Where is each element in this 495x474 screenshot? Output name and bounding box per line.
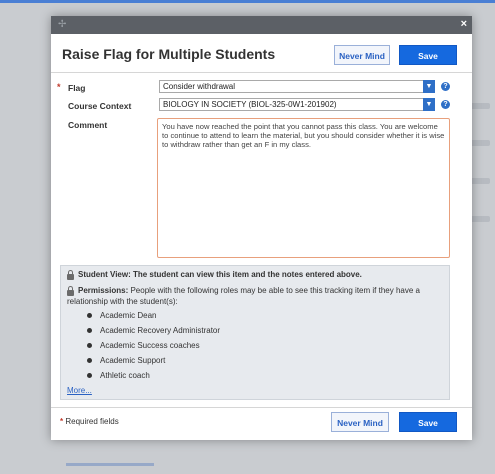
student-view-text: Student View: The student can view this … bbox=[78, 270, 362, 279]
flag-select-value: Consider withdrawal bbox=[163, 82, 236, 91]
save-button-top[interactable]: Save bbox=[399, 45, 457, 65]
list-item: Athletic coach bbox=[87, 368, 220, 383]
chevron-down-icon[interactable]: ▼ bbox=[423, 98, 435, 111]
visibility-info-panel: Student View: The student can view this … bbox=[60, 265, 450, 400]
lock-icon bbox=[67, 270, 74, 280]
raise-flag-dialog: ✢ × Raise Flag for Multiple Students Nev… bbox=[51, 16, 472, 440]
comment-label: Comment bbox=[68, 120, 108, 130]
never-mind-button-bottom[interactable]: Never Mind bbox=[331, 412, 389, 432]
list-item: Academic Recovery Administrator bbox=[87, 323, 220, 338]
save-button-bottom[interactable]: Save bbox=[399, 412, 457, 432]
footer-divider bbox=[51, 407, 472, 408]
flag-select[interactable]: Consider withdrawal ▼ bbox=[159, 80, 435, 93]
permissions-text-continued: relationship with the student(s): bbox=[67, 297, 178, 306]
list-item: Academic Success coaches bbox=[87, 338, 220, 353]
browser-top-accent bbox=[0, 0, 495, 3]
dialog-title: Raise Flag for Multiple Students bbox=[62, 46, 276, 62]
flag-label: Flag bbox=[68, 83, 86, 93]
more-roles-link[interactable]: More... bbox=[67, 386, 92, 395]
flag-help-icon[interactable]: ? bbox=[441, 82, 450, 91]
roles-list: Academic Dean Academic Recovery Administ… bbox=[87, 308, 220, 383]
course-context-help-icon[interactable]: ? bbox=[441, 100, 450, 109]
close-icon[interactable]: × bbox=[461, 18, 467, 31]
permissions-label: Permissions: bbox=[78, 286, 129, 295]
course-context-value: BIOLOGY IN SOCIETY (BIOL-325-0W1-201902) bbox=[163, 100, 337, 109]
comment-textarea[interactable]: You have now reached the point that you … bbox=[157, 118, 450, 258]
list-item: Academic Support bbox=[87, 353, 220, 368]
header-divider bbox=[51, 72, 472, 73]
drag-handle-icon[interactable]: ✢ bbox=[58, 19, 66, 31]
permissions-text: Permissions: People with the following r… bbox=[78, 285, 420, 296]
permissions-description: People with the following roles may be a… bbox=[128, 286, 420, 295]
chevron-down-icon[interactable]: ▼ bbox=[423, 80, 435, 93]
course-context-select[interactable]: BIOLOGY IN SOCIETY (BIOL-325-0W1-201902)… bbox=[159, 98, 435, 111]
course-context-label: Course Context bbox=[68, 101, 132, 111]
required-marker: * bbox=[60, 417, 64, 426]
never-mind-button-top[interactable]: Never Mind bbox=[334, 45, 390, 65]
required-fields-note: * Required fields bbox=[60, 417, 119, 426]
dialog-title-bar[interactable]: ✢ × bbox=[51, 16, 472, 34]
required-fields-text: Required fields bbox=[65, 417, 119, 426]
required-marker: * bbox=[57, 82, 61, 92]
background-link bbox=[66, 463, 154, 466]
list-item: Academic Dean bbox=[87, 308, 220, 323]
